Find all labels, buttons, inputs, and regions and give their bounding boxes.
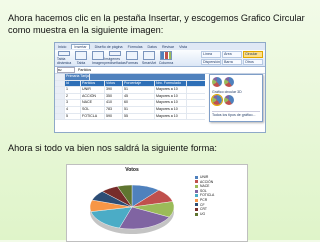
intro-text: Ahora hacemos clic en la pestaña Inserta… — [8, 13, 305, 35]
pie-2d-icon[interactable] — [212, 77, 222, 87]
table-row: 3 NACE 410 60 Mayores a 10 — [55, 100, 205, 107]
legend-swatch — [195, 184, 198, 188]
image-button[interactable]: Imagen — [91, 51, 105, 65]
pie-3d-icon[interactable] — [211, 94, 223, 106]
table-title-row: Primaria Tarija — [55, 74, 205, 81]
area-chart-button[interactable]: Área — [222, 51, 242, 58]
table-title[interactable]: Primaria Tarija — [65, 74, 90, 80]
table-row: 2 ACCIÓN 350 45 Mayores a 10 — [55, 93, 205, 101]
smartart-icon — [143, 51, 155, 60]
table-header-row: Id Partidos Votos Porcentaje Nro. Formul… — [55, 80, 205, 88]
outro-text: Ahora si todo va bien nos saldrá la sigu… — [8, 143, 217, 153]
legend-swatch — [195, 175, 198, 179]
smartart-button[interactable]: SmartArt — [142, 51, 156, 65]
bar-chart-button[interactable]: Barra — [222, 58, 242, 65]
legend-swatch — [195, 203, 198, 207]
table-button[interactable]: Tabla — [74, 51, 88, 65]
column-chart-button[interactable]: Columna — [159, 51, 173, 65]
table-row: 1 UNIR 390 51 Mayores a 10 — [55, 87, 205, 94]
shapes-icon — [126, 51, 138, 60]
pie-3d-exploded-icon[interactable] — [224, 95, 234, 105]
chart-legend: UNIR ACCIÓN NACE SOL FOTICLA PCR CF CRT UG — [195, 175, 214, 216]
pie-chart-button[interactable]: Circular — [243, 51, 263, 58]
shapes-button[interactable]: Formas — [125, 51, 139, 65]
header-cell[interactable]: Id — [65, 80, 81, 87]
pie-2d-options — [212, 77, 260, 87]
pivot-icon — [58, 51, 70, 56]
tab-inicio[interactable]: Inicio — [58, 45, 66, 49]
tab-insertar[interactable]: Insertar — [71, 44, 90, 49]
line-chart-button[interactable]: Línea — [201, 51, 221, 58]
table-icon — [75, 51, 87, 60]
legend-swatch — [195, 189, 198, 193]
tab-revisar[interactable]: Revisar — [162, 45, 174, 49]
tab-formulas[interactable]: Fórmulas — [128, 45, 143, 49]
header-cell[interactable]: Votos — [105, 80, 123, 87]
legend-swatch — [195, 212, 198, 216]
name-box[interactable]: B2 — [57, 67, 75, 73]
ribbon-tabs: Inicio Insertar Diseño de página Fórmula… — [55, 43, 265, 50]
legend-swatch — [195, 207, 198, 211]
pie-3d-label: Gráfico circular 3D — [212, 90, 242, 94]
clipart-icon — [109, 51, 121, 56]
legend-swatch — [195, 194, 198, 198]
tab-vista[interactable]: Vista — [179, 45, 187, 49]
chart-title: Votos — [125, 167, 139, 173]
scatter-chart-button[interactable]: Dispersión — [201, 58, 221, 65]
other-chart-button[interactable]: Otros — [243, 58, 263, 65]
excel-screenshot: Inicio Insertar Diseño de página Fórmula… — [54, 42, 266, 133]
table-row: 5 FOTICLA 590 55 Mayores a 10 — [55, 113, 205, 121]
table-row: 4 SOL 783 51 Mayores a 10 — [55, 106, 205, 114]
legend-swatch — [195, 198, 198, 202]
image-icon — [92, 51, 104, 60]
legend-label: UG — [200, 211, 206, 216]
formula-input[interactable]: Partidos — [78, 68, 91, 72]
pie-3d-options — [211, 94, 260, 106]
tab-diseno[interactable]: Diseño de página — [95, 45, 123, 49]
column-chart-icon — [160, 51, 172, 60]
chart-buttons: Línea Área Circular Dispersión Barra Otr… — [201, 51, 263, 65]
header-cell[interactable]: Nro. Formulado — [155, 80, 187, 87]
pie-exploded-icon[interactable] — [224, 77, 234, 87]
header-cell[interactable]: Porcentaje — [123, 80, 155, 87]
legend-swatch — [195, 180, 198, 184]
ribbon: Tabla dinámica Tabla Imagen Imágenes pre… — [55, 50, 265, 67]
header-cell[interactable]: Partidos — [81, 80, 105, 87]
legend-item: UG — [195, 212, 214, 217]
spreadsheet-grid: Primaria Tarija Id Partidos Votos Porcen… — [55, 74, 205, 121]
tab-datos[interactable]: Datos — [148, 45, 157, 49]
formula-bar: B2 Partidos — [55, 67, 265, 74]
pie-chart-svg — [89, 184, 175, 234]
pie-chart-menu: Gráfico circular 3D Todos los tipos de g… — [209, 74, 263, 122]
clipart-button[interactable]: Imágenes prediseñadas — [104, 51, 126, 65]
all-chart-types-link[interactable]: Todos los tipos de gráfico... — [212, 111, 260, 117]
pie-chart: Votos UNIR ACCIÓN NACE SOL FOTICLA PCR CF CRT UG — [66, 164, 248, 242]
pivot-table-button[interactable]: Tabla dinámica — [57, 51, 71, 65]
